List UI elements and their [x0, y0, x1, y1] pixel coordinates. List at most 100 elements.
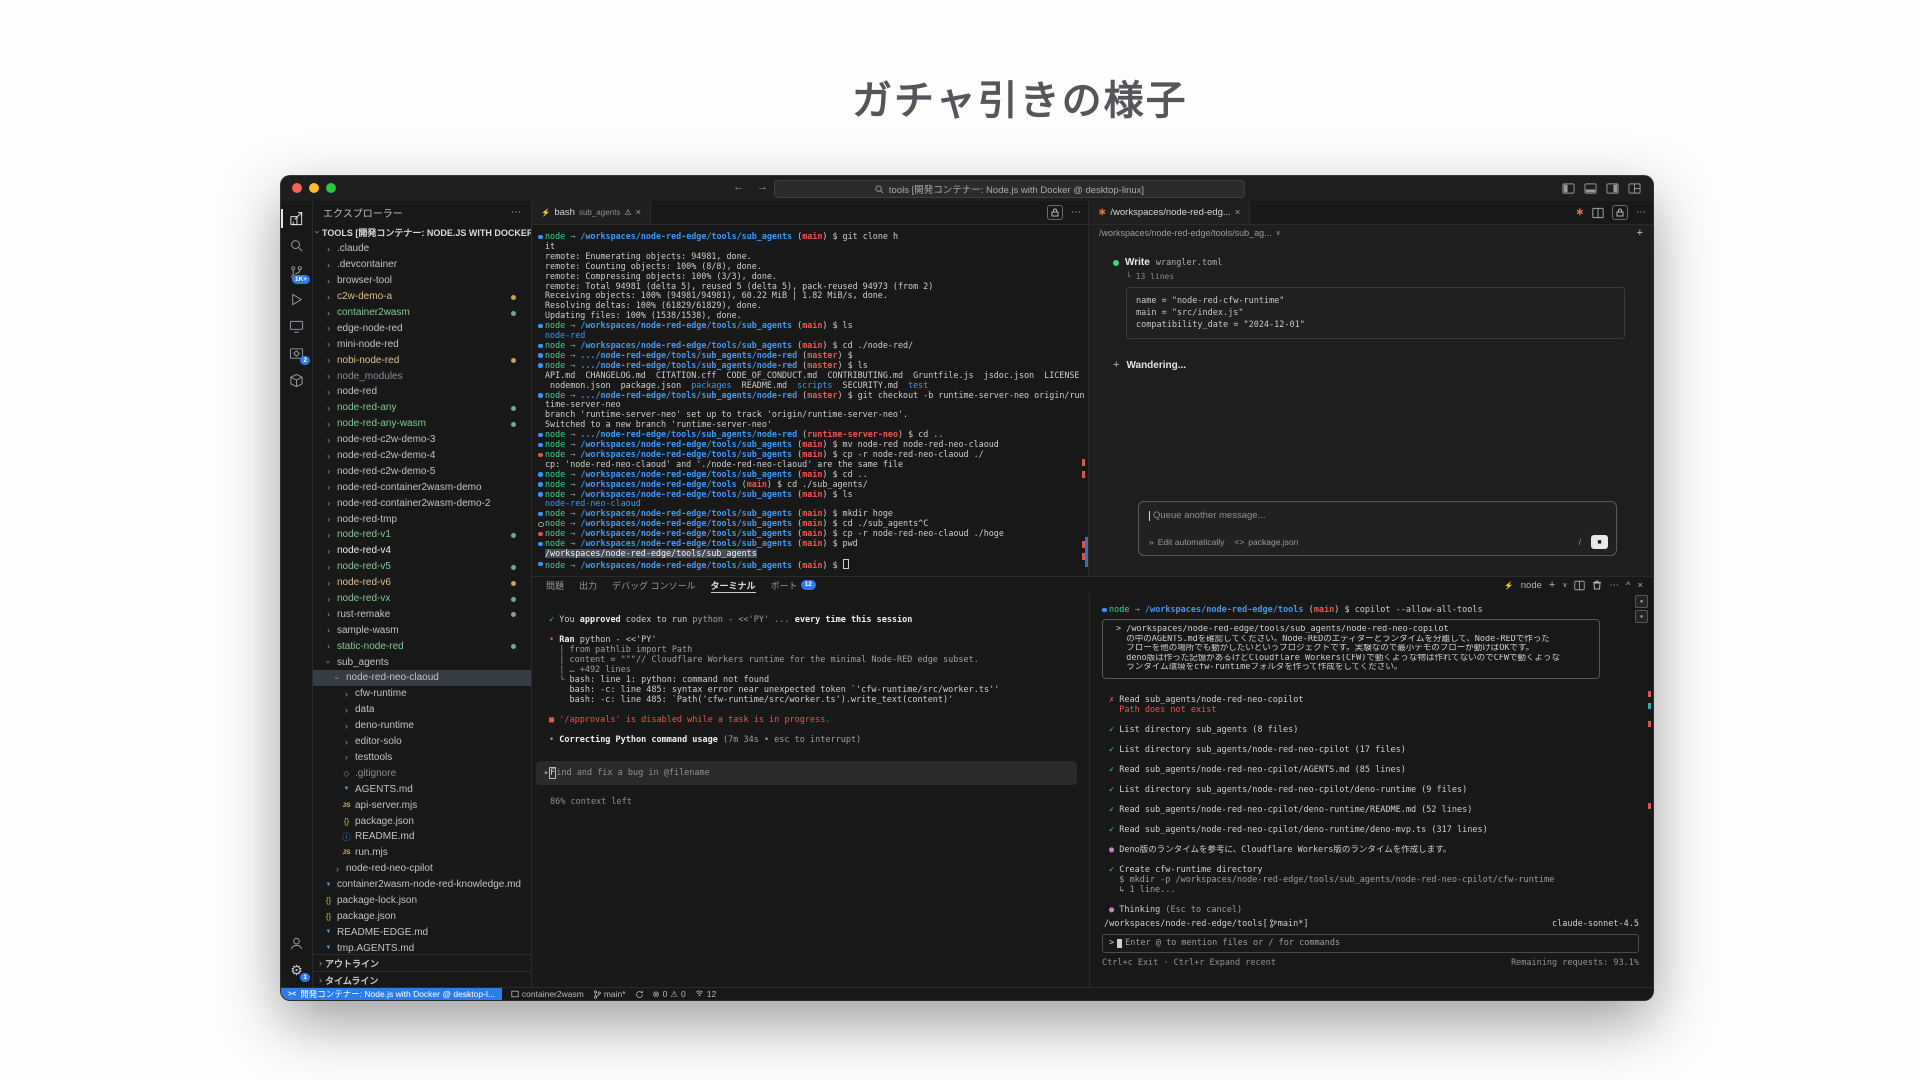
- tree-item-node_modules[interactable]: ›node_modules: [313, 368, 531, 384]
- close-tab-icon[interactable]: ×: [1235, 207, 1241, 218]
- remote-indicator[interactable]: >< 開発コンテナー: Node.js with Docker @ deskto…: [281, 988, 502, 1000]
- tree-item-sample-wasm[interactable]: ›sample-wasm: [313, 622, 531, 638]
- activitybar-account[interactable]: [281, 930, 312, 957]
- copilot-terminal-pane[interactable]: ▪ ▪ node → /workspaces/node-red-edge/too…: [1090, 593, 1653, 988]
- activitybar-remote-explorer[interactable]: [281, 313, 312, 340]
- codex-terminal-pane[interactable]: ✓ You approved codex to run python - <<'…: [532, 593, 1090, 988]
- tab-ports[interactable]: ポート12: [771, 577, 816, 593]
- active-terminal-name[interactable]: node: [1521, 580, 1542, 591]
- split-editor-icon[interactable]: [1592, 207, 1604, 219]
- scrollbar-thumb[interactable]: [1085, 537, 1088, 567]
- codex-input[interactable]: ▸ F ind and fix a bug in @filename: [536, 761, 1077, 785]
- minimize-window-button[interactable]: [309, 183, 319, 193]
- stop-button[interactable]: ■: [1591, 535, 1608, 549]
- tree-item-cfw-runtime[interactable]: ›cfw-runtime: [313, 686, 531, 702]
- tree-item-node-red-v4[interactable]: ›node-red-v4: [313, 543, 531, 559]
- activitybar-run-debug[interactable]: [281, 286, 312, 313]
- activitybar-extensions-package[interactable]: [281, 367, 312, 394]
- close-panel-icon[interactable]: ×: [1637, 580, 1643, 591]
- tab-claude-session[interactable]: ∗ /workspaces/node-red-edg... ×: [1089, 201, 1250, 224]
- tree-item-testtools[interactable]: ›testtools: [313, 750, 531, 766]
- tree-item-edge-node-red[interactable]: ›edge-node-red: [313, 320, 531, 336]
- more-actions-icon[interactable]: ⋯: [1636, 207, 1646, 218]
- tree-item-node-red-any-wasm[interactable]: ›node-red-any-wasm: [313, 416, 531, 432]
- spark-icon[interactable]: ∗: [1576, 207, 1584, 218]
- status-container[interactable]: container2wasm: [511, 989, 584, 999]
- toggle-secondary-sidebar-icon[interactable]: [1606, 182, 1619, 195]
- tree-item-data[interactable]: ›data: [313, 702, 531, 718]
- tree-item-.claude[interactable]: ›.claude: [313, 241, 531, 257]
- tab-output[interactable]: 出力: [579, 577, 597, 593]
- edit-mode-toggle[interactable]: » Edit automatically: [1149, 537, 1224, 547]
- more-actions-icon[interactable]: ⋯: [511, 207, 521, 218]
- tree-item-editor-solo[interactable]: ›editor-solo: [313, 734, 531, 750]
- command-center[interactable]: tools [開発コンテナー: Node.js with Docker @ de…: [774, 180, 1245, 198]
- tree-item-container2wasm-node-red-knowledge.md[interactable]: ▼container2wasm-node-red-knowledge.md: [313, 877, 531, 893]
- tree-item-node-red-v5[interactable]: ›node-red-v5: [313, 559, 531, 575]
- tree-item-node-red-neo-claoud[interactable]: ›node-red-neo-claoud: [313, 670, 531, 686]
- tree-item-node-red[interactable]: ›node-red: [313, 384, 531, 400]
- chevron-down-icon[interactable]: ∨: [1562, 581, 1567, 589]
- activitybar-settings[interactable]: ⚙ 1: [281, 957, 312, 984]
- activitybar-search[interactable]: [281, 232, 312, 259]
- tree-item-AGENTS.md[interactable]: ▼AGENTS.md: [313, 781, 531, 797]
- timeline-section[interactable]: › タイムライン: [313, 971, 531, 988]
- tree-item-node-red-tmp[interactable]: ›node-red-tmp: [313, 511, 531, 527]
- zoom-window-button[interactable]: [326, 183, 336, 193]
- kill-terminal-icon[interactable]: [1592, 580, 1602, 590]
- tree-item-README-EDGE.md[interactable]: ▼README-EDGE.md: [313, 924, 531, 940]
- status-ports[interactable]: 12: [695, 989, 716, 999]
- toggle-panel-icon[interactable]: [1584, 182, 1597, 195]
- tree-item-node-red-c2w-demo-5[interactable]: ›node-red-c2w-demo-5: [313, 463, 531, 479]
- bash-terminal-output[interactable]: node → /workspaces/node-red-edge/tools/s…: [532, 225, 1088, 576]
- copilot-input[interactable]: > Enter @ to mention files or / for comm…: [1102, 934, 1639, 953]
- tab-bash-terminal[interactable]: ⚡ bash sub_agents ⚠ ×: [532, 201, 651, 224]
- tree-item-README.md[interactable]: ⓘREADME.md: [313, 829, 531, 845]
- tree-item-sub_agents[interactable]: ›sub_agents: [313, 654, 531, 670]
- maximize-panel-icon[interactable]: ^: [1626, 580, 1630, 591]
- status-sync[interactable]: [635, 990, 644, 999]
- forward-icon[interactable]: →: [757, 181, 768, 193]
- tree-item-node-red-container2wasm-demo-2[interactable]: ›node-red-container2wasm-demo-2: [313, 495, 531, 511]
- tree-item-package-lock.json[interactable]: {}package-lock.json: [313, 893, 531, 909]
- context-file-chip[interactable]: <> package.json: [1234, 537, 1298, 547]
- tree-item-node-red-c2w-demo-3[interactable]: ›node-red-c2w-demo-3: [313, 432, 531, 448]
- more-actions-icon[interactable]: ⋯: [1071, 207, 1081, 218]
- outline-section[interactable]: › アウトライン: [313, 954, 531, 971]
- tree-item-.gitignore[interactable]: ◇.gitignore: [313, 765, 531, 781]
- tab-debug-console[interactable]: デバッグ コンソール: [612, 577, 696, 593]
- more-actions-icon[interactable]: ⋯: [1609, 580, 1619, 591]
- new-terminal-icon[interactable]: +: [1549, 579, 1555, 591]
- tree-item-package.json[interactable]: {}package.json: [313, 908, 531, 924]
- status-problems[interactable]: ⊗0 ⚠0: [653, 989, 686, 1000]
- tree-item-node-red-neo-cpilot[interactable]: ›node-red-neo-cpilot: [313, 861, 531, 877]
- tree-item-node-red-c2w-demo-4[interactable]: ›node-red-c2w-demo-4: [313, 448, 531, 464]
- close-tab-icon[interactable]: ×: [636, 207, 642, 218]
- tree-item-package.json[interactable]: {}package.json: [313, 813, 531, 829]
- close-window-button[interactable]: [292, 183, 302, 193]
- tree-item-nobi-node-red[interactable]: ›nobi-node-red: [313, 352, 531, 368]
- tree-item-rust-remake[interactable]: ›rust-remake: [313, 606, 531, 622]
- tree-item-tmp.AGENTS.md[interactable]: ▼tmp.AGENTS.md: [313, 940, 531, 954]
- tree-item-static-node-red[interactable]: ›static-node-red: [313, 638, 531, 654]
- activitybar-source-control[interactable]: 1K+: [281, 259, 312, 286]
- tree-item-node-red-v6[interactable]: ›node-red-v6: [313, 575, 531, 591]
- tab-terminal[interactable]: ターミナル: [711, 577, 756, 593]
- queue-message-input[interactable]: Queue another message... » Edit automati…: [1138, 501, 1617, 556]
- activitybar-explorer[interactable]: [281, 205, 312, 232]
- lock-icon[interactable]: [1047, 205, 1063, 220]
- tree-item-deno-runtime[interactable]: ›deno-runtime: [313, 718, 531, 734]
- customize-layout-icon[interactable]: [1628, 182, 1641, 195]
- lock-icon[interactable]: [1612, 205, 1628, 220]
- tree-item-browser-tool[interactable]: ›browser-tool: [313, 273, 531, 289]
- back-icon[interactable]: ←: [733, 181, 744, 193]
- tree-item-node-red-vx[interactable]: ›node-red-vx: [313, 591, 531, 607]
- toggle-sidebar-icon[interactable]: [1562, 182, 1575, 195]
- workspace-section-header[interactable]: › TOOLS [開発コンテナー: NODE.JS WITH DOCKER ..…: [313, 223, 531, 241]
- tree-item-node-red-any[interactable]: ›node-red-any: [313, 400, 531, 416]
- tree-item-node-red-container2wasm-demo[interactable]: ›node-red-container2wasm-demo: [313, 479, 531, 495]
- tab-problems[interactable]: 問題: [546, 577, 564, 593]
- split-terminal-icon[interactable]: [1574, 580, 1585, 591]
- tree-item-run.mjs[interactable]: JSrun.mjs: [313, 845, 531, 861]
- status-branch[interactable]: main*: [593, 989, 626, 999]
